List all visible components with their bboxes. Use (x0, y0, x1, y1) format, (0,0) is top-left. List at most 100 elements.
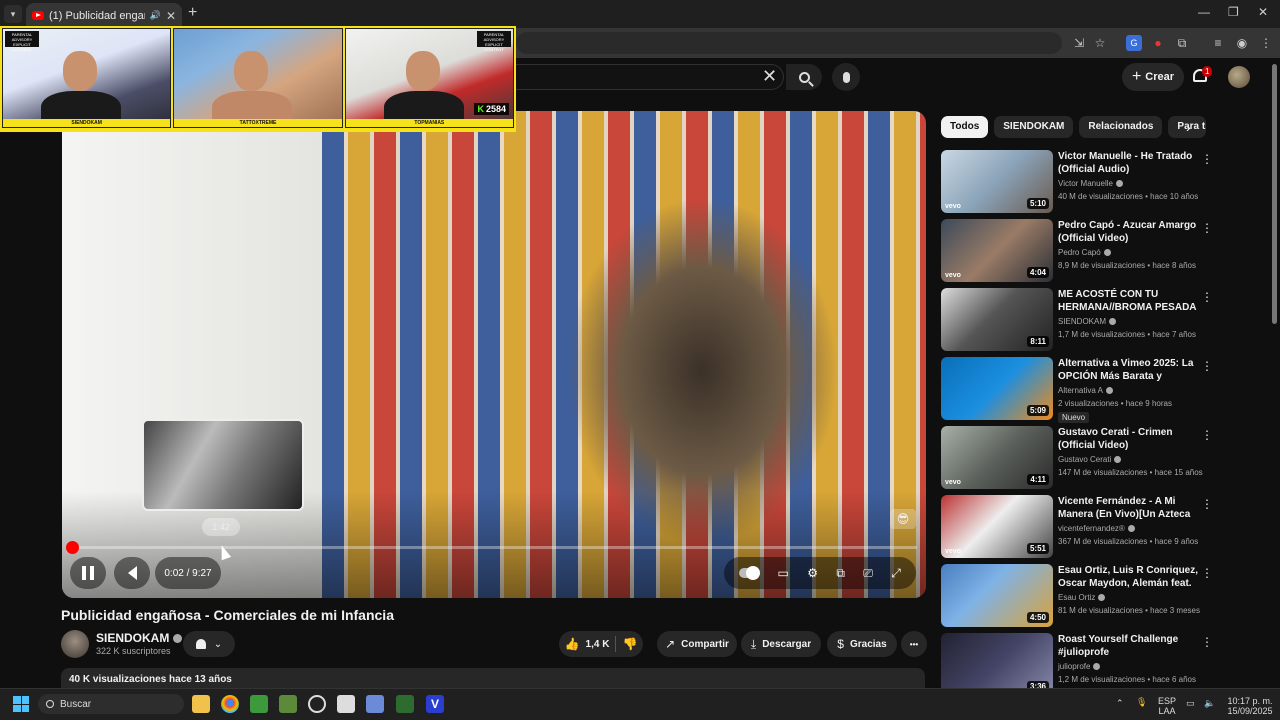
clock[interactable]: 10:17 p. m. 15/09/2025 (1226, 696, 1274, 716)
recommendation-item[interactable]: 8:11 ME ACOSTÉ CON TU HERMANA//BROMA PESA… (941, 288, 1213, 352)
recommendation-channel[interactable]: vicentefernandez® (1058, 524, 1135, 533)
recommendation-title[interactable]: Gustavo Cerati - Crimen (Official Video) (1058, 426, 1198, 452)
install-app-icon[interactable]: ⇲ (1071, 35, 1087, 51)
settings-gear-icon[interactable]: ⚙ (807, 566, 818, 580)
miniplayer-icon[interactable]: ⧉ (836, 566, 845, 581)
recommendation-item[interactable]: vevo 4:11 Gustavo Cerati - Crimen (Officia… (941, 426, 1213, 490)
channel-avatar[interactable] (61, 630, 89, 658)
search-input[interactable] (516, 64, 784, 90)
more-options-icon[interactable]: ⋮ (1201, 221, 1213, 235)
recommendation-item[interactable]: vevo 5:51 Vicente Fernández - A Mi Manera … (941, 495, 1213, 559)
tray-overflow-icon[interactable]: ⌃ (1116, 698, 1124, 708)
notepad-icon[interactable] (337, 695, 355, 713)
address-bar[interactable] (516, 32, 1062, 54)
more-options-icon[interactable]: ⋮ (1201, 635, 1213, 649)
close-window-button[interactable]: ✕ (1258, 5, 1268, 19)
capcut-icon[interactable] (308, 695, 326, 713)
chrome-icon[interactable] (221, 695, 239, 713)
browser-menu-icon[interactable]: ⋮ (1258, 35, 1274, 51)
minecraft-launcher-icon[interactable] (279, 695, 297, 713)
recommendation-item[interactable]: 4:50 Esau Ortiz, Luis R Conriquez, Oscar … (941, 564, 1213, 628)
account-avatar[interactable] (1228, 66, 1250, 88)
video-thumbnail[interactable]: 4:50 (941, 564, 1053, 627)
fullscreen-icon[interactable]: ⤢ (891, 566, 901, 581)
chip-relacionados[interactable]: Relacionados (1079, 116, 1163, 138)
recommendation-channel[interactable]: Victor Manuelle (1058, 179, 1123, 188)
recommendation-item[interactable]: vevo 4:04 Pedro Capó - Azucar Amargo (Offi… (941, 219, 1213, 283)
more-options-icon[interactable]: ⋮ (1201, 566, 1213, 580)
recommendation-title[interactable]: Vicente Fernández - A Mi Manera (En Vivo… (1058, 495, 1198, 521)
video-thumbnail[interactable]: 5:09 (941, 357, 1053, 420)
recommendation-title[interactable]: Pedro Capó - Azucar Amargo (Official Vid… (1058, 219, 1198, 245)
chips-next-arrow-icon[interactable]: › (1186, 119, 1191, 135)
share-button[interactable]: ↗ Compartir (657, 631, 737, 657)
video-thumbnail[interactable]: vevo 5:10 (941, 150, 1053, 213)
more-options-icon[interactable]: ⋮ (1201, 359, 1213, 373)
video-player[interactable]: 1:42 😎 0:02 / 9:27 ▭ ⚙ ⧉ ⎚ ⤢ (62, 111, 926, 598)
description-box[interactable]: 40 K visualizaciones hace 13 años (61, 668, 925, 690)
keyboard-language[interactable]: ESP LAA (1158, 696, 1176, 716)
recommendation-title[interactable]: Esau Ortiz, Luis R Conriquez, Oscar Mayd… (1058, 564, 1198, 590)
channel-name[interactable]: SIENDOKAM (96, 631, 183, 645)
chip-todos[interactable]: Todos (941, 116, 989, 138)
subtitles-icon[interactable]: ▭ (778, 566, 789, 580)
extension-record-icon[interactable]: ● (1150, 35, 1166, 51)
progress-bar[interactable] (72, 546, 917, 549)
recommendation-title[interactable]: Alternativa a Vimeo 2025: La OPCIÓN Más … (1058, 357, 1198, 383)
clear-search-icon[interactable]: ✕ (762, 66, 777, 87)
video-thumbnail[interactable]: 8:11 (941, 288, 1053, 351)
recommendation-item[interactable]: vevo 5:10 Victor Manuelle - He Tratado (Of… (941, 150, 1213, 214)
thumbs-up-icon[interactable]: 👍 (565, 637, 580, 651)
tab-search-icon[interactable]: ▾ (4, 5, 22, 23)
browser-tab[interactable]: (1) Publicidad engañosa - C 🔊 ✕ (26, 3, 182, 28)
video-thumbnail[interactable]: vevo 4:11 (941, 426, 1053, 489)
recommendation-channel[interactable]: SIENDOKAM (1058, 317, 1117, 326)
new-tab-button[interactable]: + (188, 4, 197, 22)
chip-siendokam[interactable]: SIENDOKAM (994, 116, 1074, 138)
tab-close-icon[interactable]: ✕ (166, 9, 176, 23)
volume-icon[interactable]: 🔈 (1204, 698, 1215, 708)
video-thumbnail[interactable]: vevo 5:51 (941, 495, 1053, 558)
channel-watermark-icon[interactable]: 😎 (890, 509, 916, 529)
page-scrollbar[interactable] (1272, 64, 1277, 324)
like-count[interactable]: 1,4 K (586, 639, 610, 650)
download-button[interactable]: ⤓ Descargar (741, 631, 821, 657)
recommendation-title[interactable]: Victor Manuelle - He Tratado (Official A… (1058, 150, 1198, 176)
more-options-icon[interactable]: ⋮ (1201, 290, 1213, 304)
tab-audio-icon[interactable]: 🔊 (150, 10, 161, 21)
recommendation-channel[interactable]: Pedro Capó (1058, 248, 1111, 257)
subscription-bell-button[interactable]: ⌄ (183, 631, 235, 657)
recommendation-item[interactable]: 5:09 Alternativa a Vimeo 2025: La OPCIÓN … (941, 357, 1213, 423)
cast-icon[interactable]: ⎚ (863, 566, 873, 581)
thanks-button[interactable]: $ Gracias (827, 631, 897, 657)
more-options-icon[interactable]: ⋮ (1201, 152, 1213, 166)
more-options-icon[interactable]: ⋮ (1201, 497, 1213, 511)
recommendation-channel[interactable]: Esau Ortiz (1058, 593, 1106, 602)
video-thumbnail[interactable]: 3:36 (941, 633, 1053, 696)
media-controls-icon[interactable]: ≡ (1210, 35, 1226, 51)
recommendation-title[interactable]: ME ACOSTÉ CON TU HERMANA//BROMA PESADA .… (1058, 288, 1198, 314)
calculator-icon[interactable] (366, 695, 384, 713)
create-button[interactable]: + Crear (1122, 63, 1184, 91)
file-explorer-icon[interactable] (192, 695, 210, 713)
network-icon[interactable]: ▭ (1186, 698, 1195, 708)
volume-button[interactable] (114, 557, 150, 589)
minimize-button[interactable]: — (1198, 5, 1210, 19)
more-actions-button[interactable]: ••• (901, 631, 927, 657)
maximize-button[interactable]: ❐ (1228, 5, 1239, 19)
tray-microphone-icon[interactable]: 🎙 (1136, 697, 1147, 707)
minecraft-icon[interactable] (250, 695, 268, 713)
search-button[interactable] (786, 64, 822, 90)
thumbs-down-icon[interactable]: 👎 (622, 637, 637, 651)
profile-icon[interactable]: ◉ (1234, 35, 1250, 51)
translate-extension-icon[interactable]: G (1126, 35, 1142, 51)
more-options-icon[interactable]: ⋮ (1201, 428, 1213, 442)
recommendation-title[interactable]: Roast Yourself Challenge #julioprofe (1058, 633, 1198, 659)
pause-button[interactable] (70, 557, 106, 589)
extensions-puzzle-icon[interactable]: ⧉ (1174, 35, 1190, 51)
vegas-icon[interactable]: V (426, 695, 444, 713)
voice-search-button[interactable] (832, 63, 860, 91)
autoplay-toggle[interactable] (739, 566, 761, 580)
progress-scrubber[interactable] (66, 541, 79, 554)
taskbar-search[interactable]: Buscar (38, 694, 184, 714)
